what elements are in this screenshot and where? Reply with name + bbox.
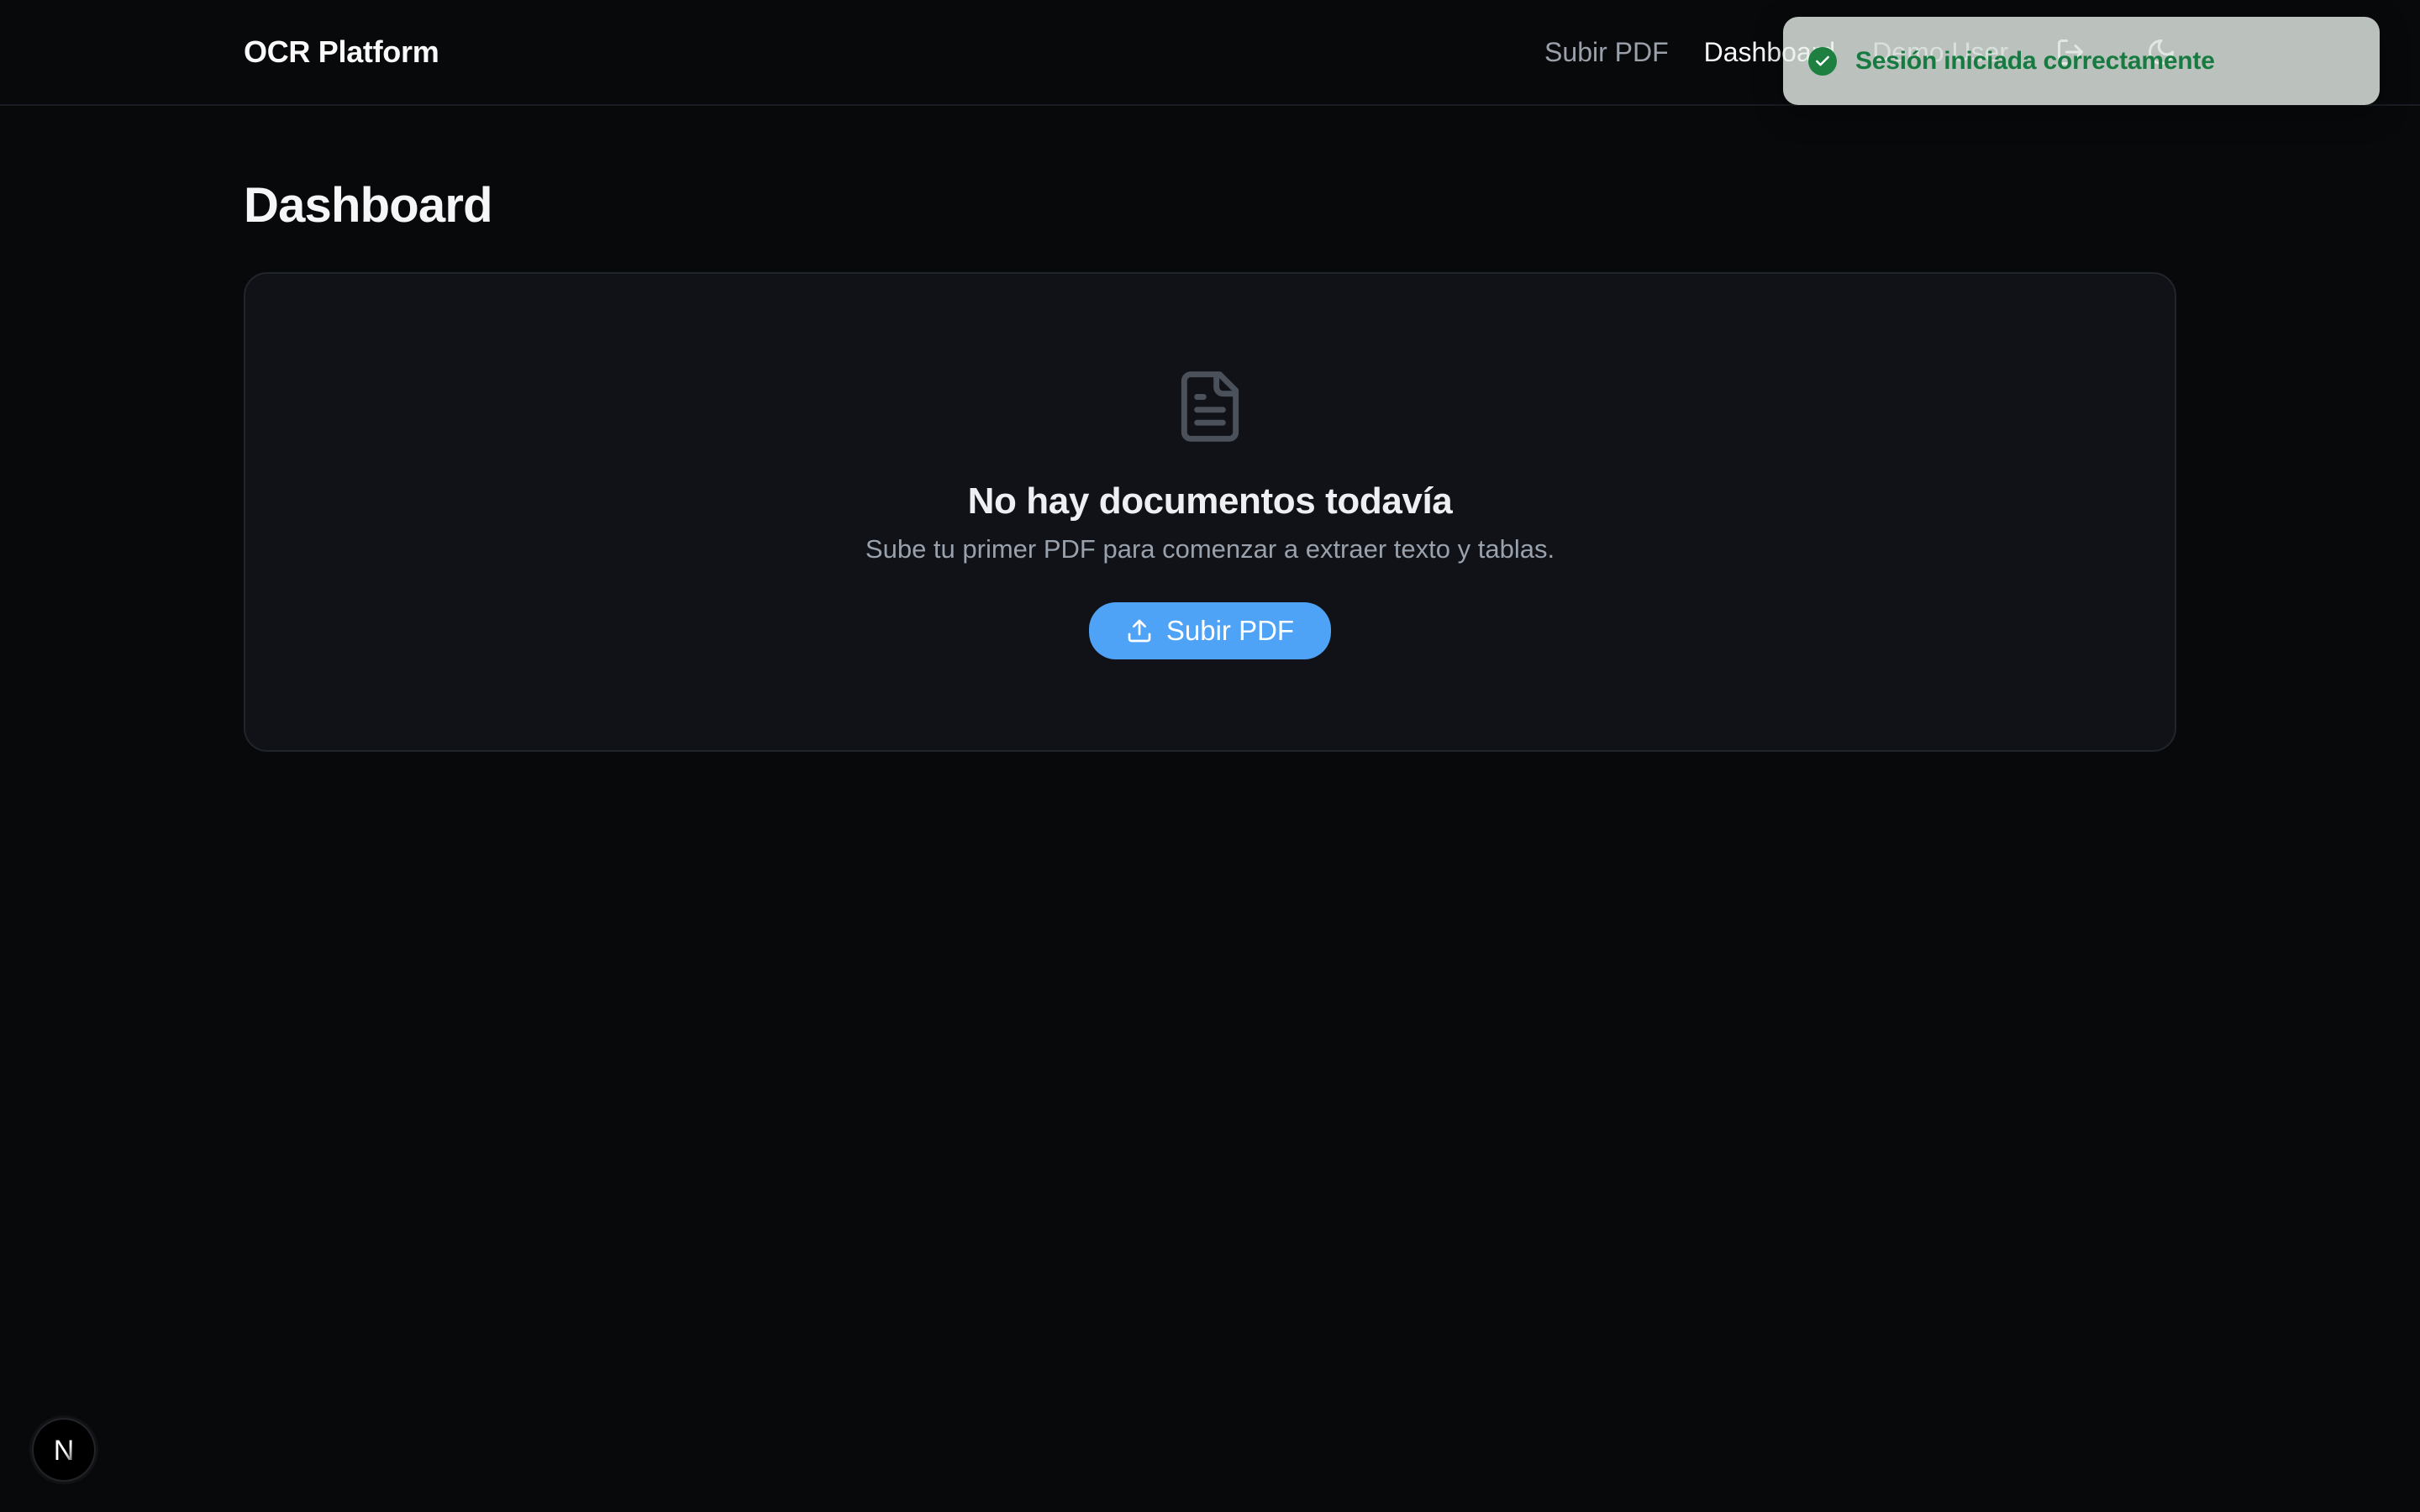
file-text-icon <box>1171 368 1249 449</box>
upload-pdf-button-label: Subir PDF <box>1165 614 1295 646</box>
main-content: Dashboard No hay documentos todavía Sube… <box>244 0 2176 752</box>
empty-state: No hay documentos todavía Sube tu primer… <box>865 274 1555 659</box>
app-logo[interactable]: OCR Platform <box>244 34 439 70</box>
documents-card: No hay documentos todavía Sube tu primer… <box>244 271 2176 752</box>
page-title: Dashboard <box>244 178 493 233</box>
empty-state-title: No hay documentos todavía <box>967 480 1453 522</box>
upload-pdf-button[interactable]: Subir PDF <box>1088 601 1332 659</box>
toast-success[interactable]: Sesión iniciada correctamente <box>1783 17 2380 105</box>
svg-text:N: N <box>54 1435 75 1467</box>
upload-icon <box>1128 619 1151 642</box>
check-circle-icon <box>1808 46 1837 76</box>
nextjs-dev-badge[interactable]: N <box>34 1420 94 1480</box>
toast-message: Sesión iniciada correctamente <box>1855 46 2215 75</box>
nav-item-subir-pdf[interactable]: Subir PDF <box>1544 37 1669 68</box>
empty-state-subtitle: Sube tu primer PDF para comenzar a extra… <box>865 533 1555 564</box>
nextjs-n-icon: N <box>54 1435 75 1467</box>
